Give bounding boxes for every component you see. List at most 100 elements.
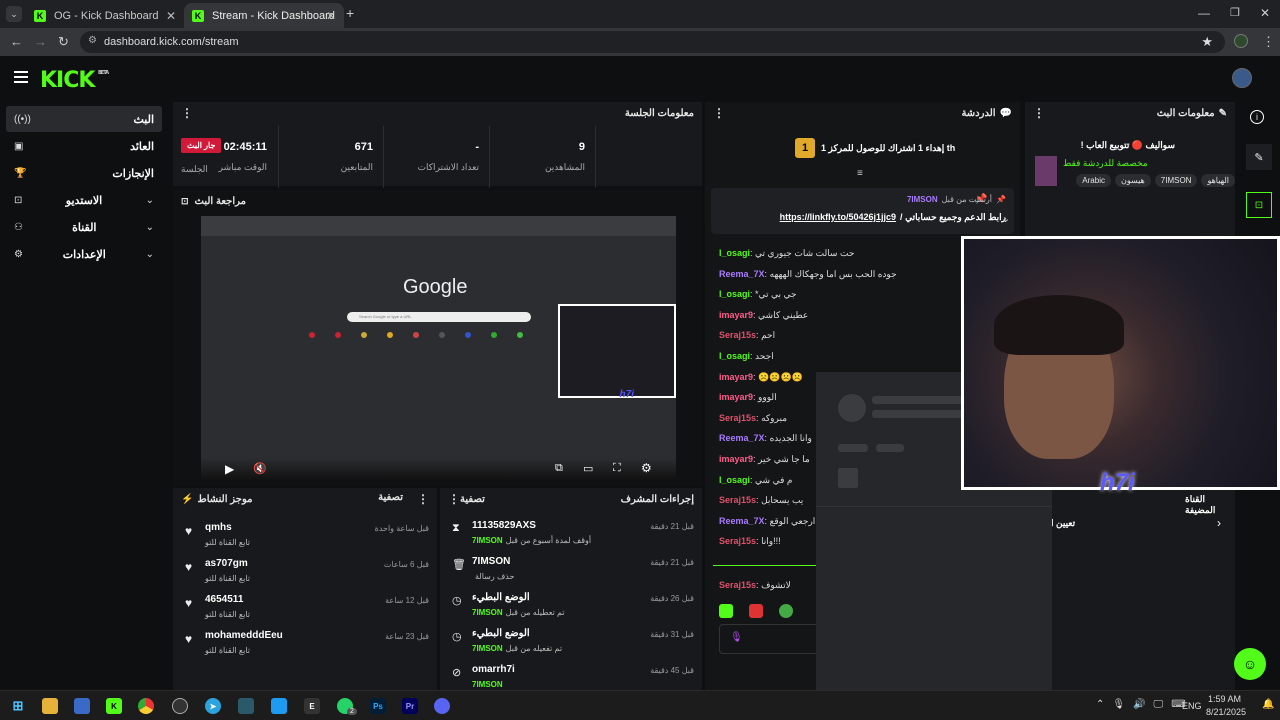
windows-start-icon[interactable]: ⊞ [10, 698, 26, 714]
support-chat-button[interactable]: ☺ [1234, 648, 1266, 680]
host-channel-row[interactable]: › تعيين ا [1025, 516, 1225, 532]
chat-message[interactable]: Seraj15s: مبروكه [719, 413, 787, 424]
kick-logo[interactable]: KICK BETA [40, 68, 109, 93]
pinned-link[interactable]: https://linkfly.to/50426j1jjc9 [780, 212, 896, 223]
chat-username[interactable]: l_osagi [719, 289, 750, 299]
play-icon[interactable]: ▶ [225, 462, 234, 476]
mod-action-target[interactable]: 11135829AXS [472, 520, 536, 531]
chat-message[interactable]: imayar9: عطيني كاشي [719, 310, 808, 321]
emote-icon[interactable] [719, 604, 733, 618]
activity-username[interactable]: mohameddd​Eeu [205, 630, 283, 641]
tag-chip[interactable]: 7IMSON [1154, 174, 1198, 187]
chat-message[interactable]: imayar9: ما جا شي خير [719, 454, 810, 465]
tag-chip[interactable]: الهياهو [1201, 174, 1235, 187]
mod-action-item[interactable]: 🗑 7IMSON حذف رسالة قبل 21 دقيقة [448, 554, 694, 590]
chat-username[interactable]: Seraj15s [719, 330, 756, 340]
more-options-icon[interactable]: ⋮ [448, 492, 460, 506]
profile-icon[interactable] [1234, 34, 1248, 48]
mod-action-target[interactable]: 7IMSON [472, 556, 510, 567]
user-avatar[interactable] [1232, 68, 1252, 88]
chat-username[interactable]: Seraj15s [719, 413, 756, 423]
chat-username[interactable]: Reema_7X [719, 516, 765, 526]
minimize-icon[interactable]: — [1198, 6, 1210, 20]
mod-action-target[interactable]: الوضع البطيء [472, 628, 530, 639]
tag-chip[interactable]: هيسون [1114, 174, 1151, 187]
pip-icon[interactable]: ⧉ [555, 462, 563, 475]
file-explorer-icon[interactable] [42, 698, 58, 714]
sidebar-item-channel[interactable]: ⚇ القناة ⌄ [6, 214, 162, 240]
chat-message[interactable]: l_osagi: اجحد [719, 351, 774, 362]
chat-message[interactable]: l_osagi: حت سالت شات جيوري تي [719, 248, 854, 259]
more-options-icon[interactable]: ⋮ [181, 106, 193, 120]
mute-icon[interactable]: 🔇 [253, 462, 267, 475]
chrome-icon[interactable] [138, 698, 154, 714]
premiere-icon[interactable]: Pr [402, 698, 418, 714]
chat-username[interactable]: l_osagi [719, 351, 750, 361]
sidebar-item-studio[interactable]: ⊡ الاستديو ⌄ [6, 187, 162, 213]
chevron-down-icon[interactable]: ⌄ [1001, 212, 1010, 225]
chat-input[interactable]: 🎙 [719, 624, 819, 654]
theater-icon[interactable]: ▭ [583, 462, 593, 475]
obs-icon[interactable] [172, 698, 188, 714]
chat-message[interactable]: Reema_7X: جوده الحب بس اما وجهكاك الهههه [719, 269, 897, 280]
sidebar-item-achievements[interactable]: 🏆 الإنجازات [6, 160, 162, 186]
chat-message[interactable]: imayar9: الووو [719, 392, 777, 403]
mod-action-item[interactable]: ◷ الوضع البطيء 7IMSON تم تعطيله من قبل قبل 2… [448, 590, 694, 626]
chat-username[interactable]: Reema_7X [719, 269, 765, 279]
bookmark-star-icon[interactable]: ★ [1201, 34, 1213, 50]
chat-message[interactable]: l_osagi: *جي بي تي [719, 289, 797, 300]
back-icon[interactable]: ← [10, 34, 23, 49]
app-icon[interactable] [238, 698, 254, 714]
chat-username[interactable]: imayar9 [719, 454, 753, 464]
site-info-icon[interactable]: ⚙ [88, 35, 97, 46]
activity-item[interactable]: ♥ as707gm تابع القناة للتو قبل 6 ساعات [181, 556, 429, 592]
close-tab-icon[interactable]: ✕ [166, 9, 176, 23]
chat-username[interactable]: Reema_7X [719, 433, 765, 443]
twitter-icon[interactable] [271, 698, 287, 714]
camera-rail-button[interactable]: ⊡ [1246, 192, 1272, 218]
webcam-window[interactable]: h7i [961, 236, 1280, 496]
browser-tab-stream[interactable]: K Stream - Kick Dashboard ✕ [184, 3, 344, 28]
reload-icon[interactable]: ↻ [58, 34, 69, 50]
new-tab-button[interactable]: + [346, 5, 354, 21]
more-options-icon[interactable]: ⋮ [1033, 106, 1045, 120]
collapse-toggle-icon[interactable]: ≡ [857, 168, 863, 179]
tab-search-icon[interactable]: ⌄ [6, 6, 22, 22]
chat-username[interactable]: imayar9 [719, 392, 753, 402]
tray-icons[interactable]: ⌃ 🎙 🔊 🖵 ⌨ [1096, 699, 1186, 710]
discord-icon[interactable] [434, 698, 450, 714]
mod-action-target[interactable]: الوضع البطيء [472, 592, 530, 603]
browser-menu-icon[interactable]: ⋮ [1262, 34, 1275, 50]
epic-games-icon[interactable]: E [304, 698, 320, 714]
sidebar-item-stream[interactable]: ((•)) البث [6, 106, 162, 132]
chat-username[interactable]: imayar9 [719, 372, 753, 382]
chat-message[interactable]: Seraj15s: لاتشوف [719, 580, 791, 591]
sidebar-item-settings[interactable]: ⚙ الإعدادات ⌄ [6, 241, 162, 267]
kick-app-icon[interactable]: K [106, 698, 122, 714]
clock-time[interactable]: 1:59 AM [1208, 694, 1241, 704]
mod-action-target[interactable]: omarrh7i [472, 664, 515, 675]
tag-chip[interactable]: Arabic [1076, 174, 1111, 187]
chat-username[interactable]: imayar9 [719, 310, 753, 320]
mod-action-item[interactable]: ⧗ 11135829AXS 7IMSON أوقف لمدة أسبوع من قبل… [448, 518, 694, 554]
chat-username[interactable]: l_osagi [719, 248, 750, 258]
chat-message[interactable]: Seraj15s: يب يسحابل [719, 495, 803, 506]
close-tab-icon[interactable]: ✕ [326, 9, 336, 23]
mic-icon[interactable]: 🎙 [730, 632, 743, 643]
emote-icon[interactable] [779, 604, 793, 618]
video-player[interactable]: Google Search Google or type a URL h7i ▶… [201, 216, 676, 480]
more-options-icon[interactable]: ⋮ [417, 492, 429, 506]
forward-icon[interactable]: → [34, 34, 47, 49]
activity-item[interactable]: ♥ 4654511 تابع القناة للتو قبل 12 ساعة [181, 592, 429, 628]
store-icon[interactable] [74, 698, 90, 714]
restore-icon[interactable]: ❐ [1230, 6, 1240, 19]
more-options-icon[interactable]: ⋮ [713, 106, 725, 120]
telegram-icon[interactable]: ➤ [205, 698, 221, 714]
language-indicator[interactable]: ENG [1182, 701, 1202, 711]
activity-item[interactable]: ♥ mohameddd​Eeu تابع القناة للتو قبل 23 ساع… [181, 628, 429, 664]
filter-button[interactable]: تصفية [378, 492, 403, 506]
filter-button[interactable]: تصفية [460, 494, 485, 505]
edit-rail-button[interactable]: ✎ [1246, 144, 1272, 170]
settings-icon[interactable]: ⚙ [641, 461, 652, 475]
clock-date[interactable]: 8/21/2025 [1206, 707, 1246, 717]
